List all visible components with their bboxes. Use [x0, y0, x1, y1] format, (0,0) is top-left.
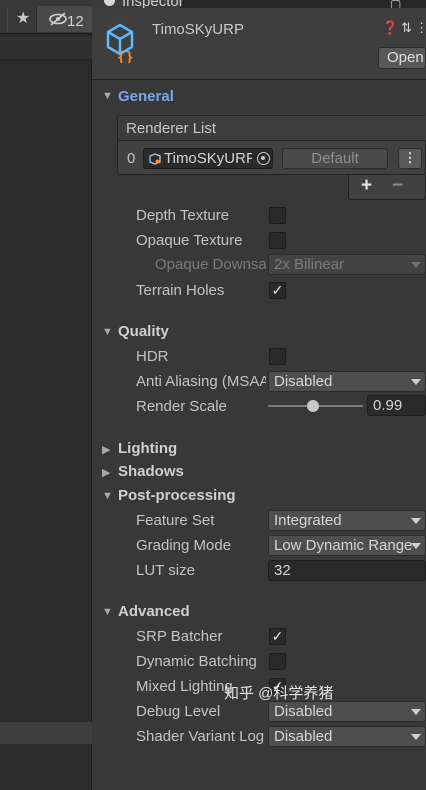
renderer-index: 0 — [127, 150, 136, 167]
section-quality[interactable]: Quality — [118, 323, 169, 340]
anti-aliasing-label: Anti Aliasing (MSAA) — [136, 373, 266, 390]
dropdown-arrow-icon — [411, 379, 421, 385]
svg-text:{}: {} — [117, 50, 134, 63]
object-picker-icon[interactable] — [257, 152, 270, 165]
dropdown-arrow-icon — [411, 709, 421, 715]
shader-variant-log-dropdown[interactable]: Disabled — [268, 726, 426, 747]
asset-header: {} TimoSKyURP ❓⇅⋮ Open — [92, 8, 426, 80]
hierarchy-row[interactable] — [0, 36, 92, 60]
remove-renderer-button[interactable]: − — [392, 175, 403, 197]
terrain-holes-label: Terrain Holes — [136, 282, 225, 299]
inspector-panel: Inspector ▢ ⋮ {} TimoSKyURP ❓⇅⋮ Open ▼ G… — [92, 0, 426, 790]
dropdown-arrow-icon — [411, 543, 421, 549]
renderer-list-header: Renderer List — [118, 116, 426, 141]
srp-batcher-checkbox[interactable]: ✓ — [269, 628, 286, 645]
dropdown-arrow-icon — [411, 518, 421, 524]
add-renderer-button[interactable]: + — [361, 175, 372, 197]
dropdown-arrow-icon — [411, 734, 421, 740]
open-button[interactable]: Open — [378, 47, 426, 69]
depth-texture-label: Depth Texture — [136, 207, 230, 224]
lut-size-label: LUT size — [136, 562, 195, 579]
debug-level-label: Debug Level — [136, 703, 221, 720]
pipeline-asset-icon: {} — [106, 23, 134, 63]
render-scale-field[interactable]: 0.99 — [367, 395, 426, 416]
opaque-downsampling-value: 2x Bilinear — [274, 256, 345, 273]
renderer-name: TimoSKyURP — [164, 150, 252, 167]
dropdown-arrow-icon — [411, 262, 421, 268]
renderer-list-title: Renderer List — [126, 120, 217, 137]
hdr-checkbox[interactable] — [269, 348, 286, 365]
set-default-button[interactable]: Default — [282, 148, 388, 169]
section-post-processing[interactable]: Post-processing — [118, 487, 236, 504]
eye-hidden-icon — [49, 12, 67, 26]
anti-aliasing-dropdown[interactable]: Disabled — [268, 371, 426, 392]
hierarchy-toolbar: ★ 12 — [0, 0, 92, 34]
section-shadows[interactable]: Shadows — [118, 463, 184, 480]
renderer-list-footer: + − — [348, 175, 426, 200]
asset-title: TimoSKyURP — [152, 21, 244, 38]
dynamic-batching-checkbox[interactable] — [269, 653, 286, 670]
dynamic-batching-label: Dynamic Batching — [136, 653, 257, 670]
opaque-downsampling-dropdown[interactable]: 2x Bilinear — [268, 254, 426, 275]
favorite-star-icon[interactable]: ★ — [16, 10, 30, 28]
feature-set-dropdown[interactable]: Integrated — [268, 510, 426, 531]
more-options-icon[interactable]: ⋮ — [398, 148, 422, 169]
feature-set-value: Integrated — [274, 512, 342, 529]
tab-strip: Inspector ▢ ⋮ — [92, 0, 426, 25]
anti-aliasing-value: Disabled — [274, 373, 333, 390]
opaque-texture-checkbox[interactable] — [269, 232, 286, 249]
grading-mode-label: Grading Mode — [136, 537, 232, 554]
shader-variant-log-value: Disabled — [274, 728, 333, 745]
grading-mode-dropdown[interactable]: Low Dynamic Range — [268, 535, 426, 556]
hdr-label: HDR — [136, 348, 169, 365]
opaque-downsampling-label: Opaque Downsampling — [155, 256, 266, 273]
render-scale-label: Render Scale — [136, 398, 227, 415]
renderer-object-field[interactable]: TimoSKyURP — [143, 148, 273, 169]
opaque-texture-label: Opaque Texture — [136, 232, 243, 249]
feature-set-label: Feature Set — [136, 512, 215, 529]
debug-level-dropdown[interactable]: Disabled — [268, 701, 426, 722]
depth-texture-checkbox[interactable] — [269, 207, 286, 224]
hierarchy-panel: ★ 12 — [0, 0, 92, 790]
renderer-asset-icon — [149, 153, 161, 165]
visibility-count: 12 — [67, 13, 84, 30]
section-lighting[interactable]: Lighting — [118, 440, 177, 457]
foldout-arrow-icon[interactable]: ▼ — [102, 490, 113, 502]
foldout-arrow-icon[interactable]: ▼ — [102, 90, 113, 102]
foldout-arrow-icon[interactable]: ▼ — [102, 326, 113, 338]
help-settings-icons[interactable]: ❓⇅⋮ — [382, 20, 426, 36]
hierarchy-row-selected[interactable] — [0, 722, 92, 744]
render-scale-slider-handle[interactable] — [307, 400, 319, 412]
debug-level-value: Disabled — [274, 703, 333, 720]
foldout-arrow-icon[interactable]: ▼ — [102, 606, 113, 618]
srp-batcher-label: SRP Batcher — [136, 628, 223, 645]
terrain-holes-checkbox[interactable]: ✓ — [269, 282, 286, 299]
foldout-arrow-icon[interactable]: ▶ — [102, 466, 110, 479]
section-advanced[interactable]: Advanced — [118, 603, 190, 620]
grading-mode-value: Low Dynamic Range — [274, 537, 413, 554]
lut-size-field[interactable]: 32 — [268, 560, 426, 581]
watermark: 知乎 @科学养猪 — [224, 685, 334, 702]
toolbar-divider — [0, 8, 8, 32]
shader-variant-log-label: Shader Variant Log Level — [136, 728, 267, 745]
renderer-list: Renderer List 0 TimoSKyURP Default ⋮ — [117, 115, 426, 175]
foldout-arrow-icon[interactable]: ▶ — [102, 443, 110, 456]
section-general[interactable]: General — [118, 88, 174, 105]
